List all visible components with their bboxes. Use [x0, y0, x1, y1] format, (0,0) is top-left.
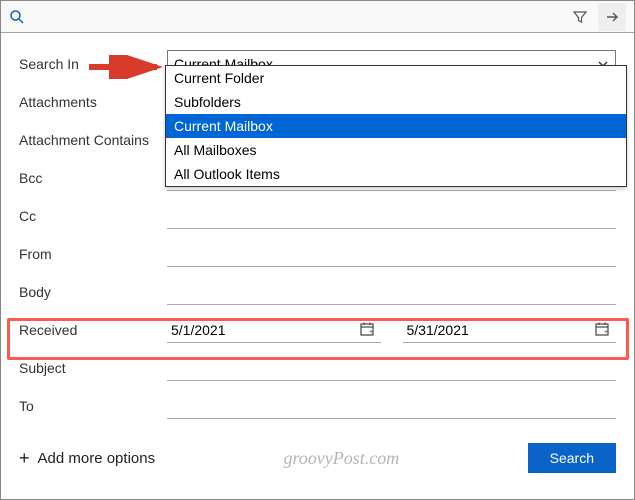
- watermark: groovyPost.com: [155, 448, 528, 469]
- bottom-row: + Add more options groovyPost.com Search: [19, 443, 616, 473]
- dropdown-option[interactable]: Current Mailbox: [166, 114, 626, 138]
- search-toolbar: [1, 1, 634, 33]
- subject-field[interactable]: [167, 355, 616, 381]
- search-in-dropdown-list: Current Folder Subfolders Current Mailbo…: [165, 65, 627, 187]
- row-cc: Cc: [19, 197, 616, 235]
- plus-icon: +: [19, 448, 30, 469]
- label-bcc: Bcc: [19, 170, 167, 186]
- label-attachment-contains: Attachment Contains: [19, 132, 167, 148]
- search-icon: [9, 9, 25, 25]
- search-button[interactable]: Search: [528, 443, 616, 473]
- label-from: From: [19, 246, 167, 262]
- label-received: Received: [19, 322, 167, 338]
- row-subject: Subject: [19, 349, 616, 387]
- to-field[interactable]: [167, 393, 616, 419]
- label-cc: Cc: [19, 208, 167, 224]
- add-more-label: Add more options: [38, 450, 156, 467]
- row-to: To: [19, 387, 616, 425]
- from-field[interactable]: [167, 241, 616, 267]
- dropdown-option[interactable]: All Outlook Items: [166, 162, 626, 186]
- label-search-in: Search In: [19, 56, 167, 72]
- filter-icon[interactable]: [566, 3, 594, 31]
- dropdown-option[interactable]: Current Folder: [166, 66, 626, 90]
- label-to: To: [19, 398, 167, 414]
- row-received: Received 5/1/2021 + 5/31/2021 +: [19, 311, 616, 349]
- row-body: Body: [19, 273, 616, 311]
- cc-field[interactable]: [167, 203, 616, 229]
- row-from: From: [19, 235, 616, 273]
- label-subject: Subject: [19, 360, 167, 376]
- calendar-icon[interactable]: +: [359, 321, 377, 339]
- dropdown-option[interactable]: All Mailboxes: [166, 138, 626, 162]
- svg-text:+: +: [369, 329, 373, 336]
- received-end-field[interactable]: 5/31/2021 +: [403, 317, 617, 343]
- label-attachments: Attachments: [19, 94, 167, 110]
- add-more-options[interactable]: + Add more options: [19, 448, 155, 469]
- dropdown-option[interactable]: Subfolders: [166, 90, 626, 114]
- received-end-value: 5/31/2021: [407, 322, 589, 338]
- received-start-field[interactable]: 5/1/2021 +: [167, 317, 381, 343]
- label-body: Body: [19, 284, 167, 300]
- calendar-icon[interactable]: +: [594, 321, 612, 339]
- svg-text:+: +: [604, 329, 608, 336]
- go-arrow-icon[interactable]: [598, 3, 626, 31]
- body-field[interactable]: [167, 279, 616, 305]
- search-input[interactable]: [33, 5, 566, 29]
- received-start-value: 5/1/2021: [171, 322, 353, 338]
